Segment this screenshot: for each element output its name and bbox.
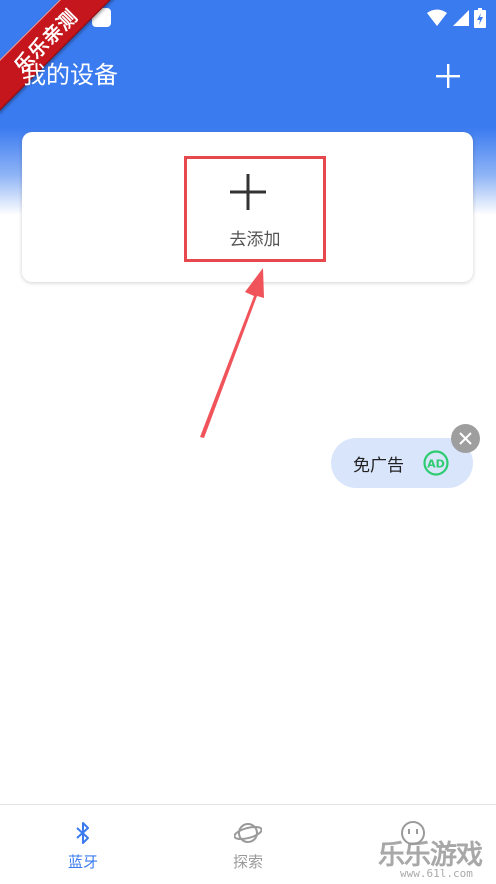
bluetooth-icon: [76, 822, 89, 844]
close-icon: [459, 432, 472, 445]
nav-item-explore[interactable]: 探索: [198, 805, 298, 884]
status-icons: [426, 7, 486, 29]
planet-icon: [234, 823, 262, 843]
plus-icon: [436, 64, 460, 88]
add-device-card-button[interactable]: 去添加: [184, 156, 326, 262]
battery-icon: [474, 8, 486, 28]
remove-ads-label: 免广告: [353, 456, 404, 476]
add-device-label: 去添加: [229, 230, 281, 250]
plus-icon: [230, 174, 266, 210]
svg-text:AD: AD: [427, 458, 445, 471]
signal-icon: [453, 10, 469, 26]
watermark-url: www.61l.com: [400, 867, 473, 880]
add-device-button[interactable]: [432, 60, 464, 92]
nav-label-explore: 探索: [232, 853, 263, 871]
nav-item-bluetooth[interactable]: 蓝牙: [33, 805, 133, 884]
ad-icon: AD: [423, 450, 449, 476]
close-ad-button[interactable]: [451, 424, 480, 453]
page-title: 我的设备: [22, 61, 118, 89]
site-watermark: 乐乐游戏 www.61l.com: [378, 833, 496, 883]
nav-label-bluetooth: 蓝牙: [67, 853, 98, 871]
wifi-icon: [427, 9, 447, 26]
